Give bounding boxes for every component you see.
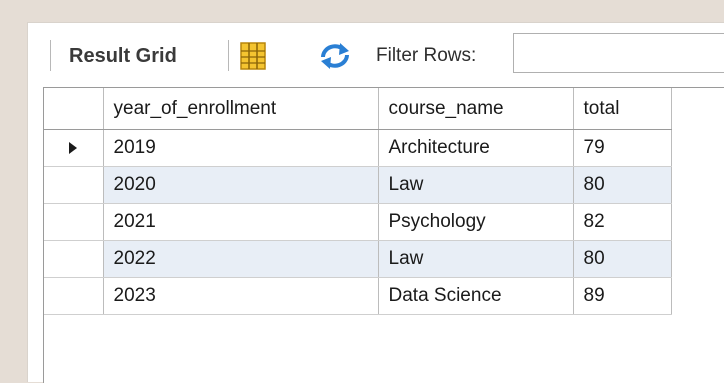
cell-year-of-enrollment[interactable]: 2019 — [103, 129, 379, 167]
table-row[interactable]: 2023 Data Science 89 — [44, 277, 672, 315]
header-row: year_of_enrollment course_name total — [44, 88, 672, 130]
cell-total[interactable]: 80 — [573, 166, 672, 204]
cell-course-name[interactable]: Data Science — [378, 277, 574, 315]
column-header-total[interactable]: total — [573, 88, 672, 130]
row-selector[interactable] — [44, 129, 104, 167]
filter-rows-label: Filter Rows: — [376, 45, 477, 66]
refresh-icon[interactable] — [318, 41, 352, 76]
cell-year-of-enrollment[interactable]: 2022 — [103, 240, 379, 278]
cell-course-name[interactable]: Law — [378, 240, 574, 278]
row-selector[interactable] — [44, 277, 104, 315]
row-selector[interactable] — [44, 166, 104, 204]
cell-total[interactable]: 82 — [573, 203, 672, 241]
cell-year-of-enrollment[interactable]: 2020 — [103, 166, 379, 204]
cell-course-name[interactable]: Law — [378, 166, 574, 204]
table-row[interactable]: 2021 Psychology 82 — [44, 203, 672, 241]
column-header-year-of-enrollment[interactable]: year_of_enrollment — [103, 88, 379, 130]
cell-total[interactable]: 79 — [573, 129, 672, 167]
row-selector[interactable] — [44, 203, 104, 241]
current-row-arrow-icon — [69, 142, 78, 154]
cell-year-of-enrollment[interactable]: 2023 — [103, 277, 379, 315]
table-row[interactable]: 2020 Law 80 — [44, 166, 672, 204]
cell-course-name[interactable]: Psychology — [378, 203, 574, 241]
cell-total[interactable]: 80 — [573, 240, 672, 278]
grid-layout-icon[interactable] — [240, 42, 266, 75]
cell-year-of-enrollment[interactable]: 2021 — [103, 203, 379, 241]
row-selector-header[interactable] — [44, 88, 104, 130]
toolbar-separator — [50, 40, 51, 71]
cell-course-name[interactable]: Architecture — [378, 129, 574, 167]
filter-rows-input[interactable] — [513, 33, 724, 73]
result-grid[interactable]: year_of_enrollment course_name total 201… — [43, 87, 724, 383]
result-table: year_of_enrollment course_name total 201… — [44, 88, 672, 315]
column-header-course-name[interactable]: course_name — [378, 88, 574, 130]
cell-total[interactable]: 89 — [573, 277, 672, 315]
table-row[interactable]: 2019 Architecture 79 — [44, 129, 672, 167]
toolbar-separator — [228, 40, 229, 71]
result-panel: Result Grid Filter Rows: year_of_enrollm… — [27, 22, 724, 383]
table-row[interactable]: 2022 Law 80 — [44, 240, 672, 278]
result-toolbar: Result Grid Filter Rows: — [28, 23, 724, 87]
result-grid-tab[interactable]: Result Grid — [69, 42, 177, 70]
row-selector[interactable] — [44, 240, 104, 278]
